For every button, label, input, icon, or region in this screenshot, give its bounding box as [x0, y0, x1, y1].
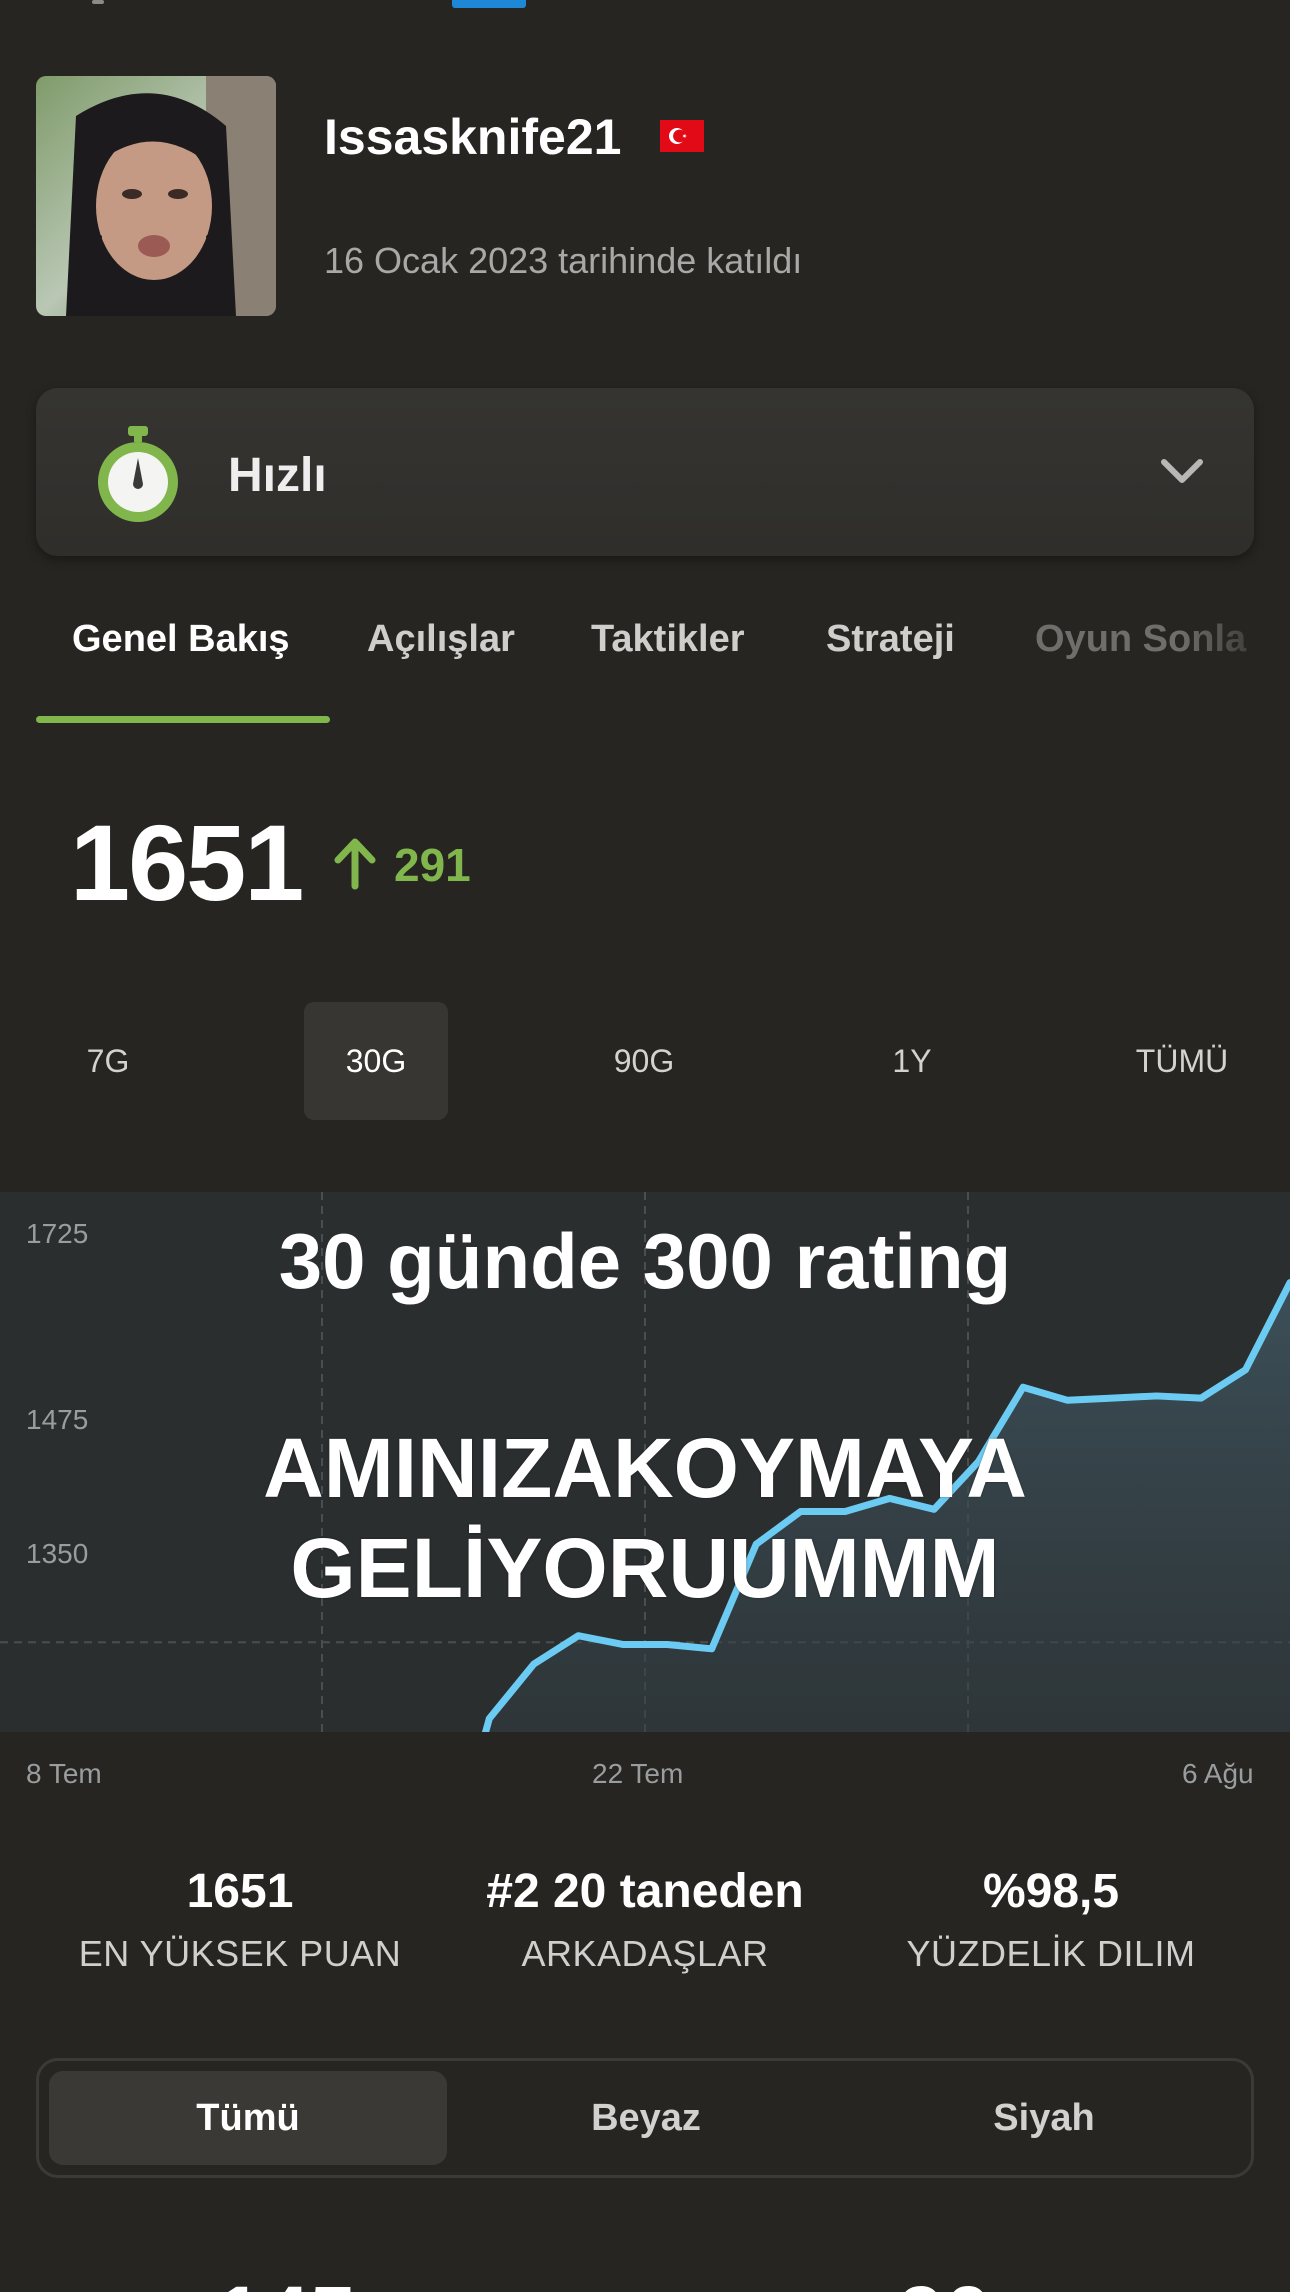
- range-90g[interactable]: 90G: [572, 1002, 716, 1120]
- rating-delta: 291: [394, 839, 471, 891]
- x-tick-label: 6 Ağu: [1182, 1758, 1254, 1789]
- avatar[interactable]: [36, 76, 276, 316]
- stat-value: #2 20 taneden: [486, 1865, 804, 1918]
- range-1y[interactable]: 1Y: [840, 1002, 984, 1120]
- color-filter: Tümü Beyaz Siyah: [36, 2058, 1254, 2178]
- filter-all-button[interactable]: Tümü: [49, 2071, 447, 2165]
- tab-genel-bakis[interactable]: Genel Bakış: [72, 618, 290, 661]
- time-control-label: Hızlı: [228, 449, 327, 502]
- overlay-caption-text: AMINIZAKOYMAYA GELİYORUUMMM: [0, 1418, 1290, 1618]
- joined-date: 16 Ocak 2023 tarihinde katıldı: [324, 240, 803, 281]
- stat-label: YÜZDELİK DILIM: [906, 1933, 1196, 1974]
- stat-value: 1651: [186, 1865, 294, 1918]
- rating-chart[interactable]: 1725 1475 1350 30 günde 300 rating AMINI…: [0, 1192, 1290, 1732]
- stats-tabs: Genel Bakış Açılışlar Taktikler Strateji…: [36, 600, 1290, 724]
- overlay-caption-title: 30 günde 300 rating: [278, 1217, 1012, 1305]
- tab-acilislar[interactable]: Açılışlar: [367, 618, 515, 661]
- overlay-caption-line: AMINIZAKOYMAYA: [263, 1421, 1027, 1515]
- x-tick-label: 22 Tem: [592, 1758, 684, 1789]
- username: Issasknife21: [324, 109, 622, 165]
- chevron-down-icon: [1161, 459, 1203, 483]
- tabs-fade-mask: [1180, 600, 1290, 724]
- time-control-dropdown[interactable]: Hızlı: [36, 388, 1254, 556]
- filter-white-button[interactable]: Beyaz: [447, 2071, 845, 2165]
- stat-percentile: %98,5 YÜZDELİK DILIM: [851, 1864, 1251, 1975]
- range-30g[interactable]: 30G: [304, 1002, 448, 1120]
- stat-value: %98,5: [982, 1865, 1120, 1918]
- stopwatch-icon: [98, 426, 178, 522]
- turkey-flag-icon: [660, 120, 704, 152]
- back-icon-partial[interactable]: [92, 0, 104, 4]
- overlay-caption-line: GELİYORUUMMM: [290, 1521, 1000, 1615]
- stat-label: EN YÜKSEK PUAN: [78, 1933, 402, 1974]
- stat-friends-rank[interactable]: #2 20 taneden ARKADAŞLAR: [445, 1864, 845, 1975]
- current-rating: 1651: [70, 802, 304, 923]
- x-tick-label: 8 Tem: [26, 1758, 102, 1789]
- top-nav-partial: [0, 0, 1290, 10]
- partial-number-left: 145: [216, 2268, 356, 2292]
- arrow-up-icon: [334, 838, 376, 890]
- range-7g[interactable]: 7G: [36, 1002, 180, 1120]
- nav-active-icon-partial[interactable]: [452, 0, 526, 8]
- tab-strateji[interactable]: Strateji: [826, 618, 955, 661]
- stat-highest-rating: 1651 EN YÜKSEK PUAN: [40, 1864, 440, 1975]
- range-tumu[interactable]: TÜMÜ: [1110, 1002, 1254, 1120]
- filter-black-button[interactable]: Siyah: [845, 2071, 1243, 2165]
- stat-label: ARKADAŞLAR: [521, 1933, 769, 1974]
- partial-number-right: 90: [898, 2268, 991, 2292]
- tab-taktikler[interactable]: Taktikler: [591, 618, 744, 661]
- active-tab-indicator: [36, 716, 330, 723]
